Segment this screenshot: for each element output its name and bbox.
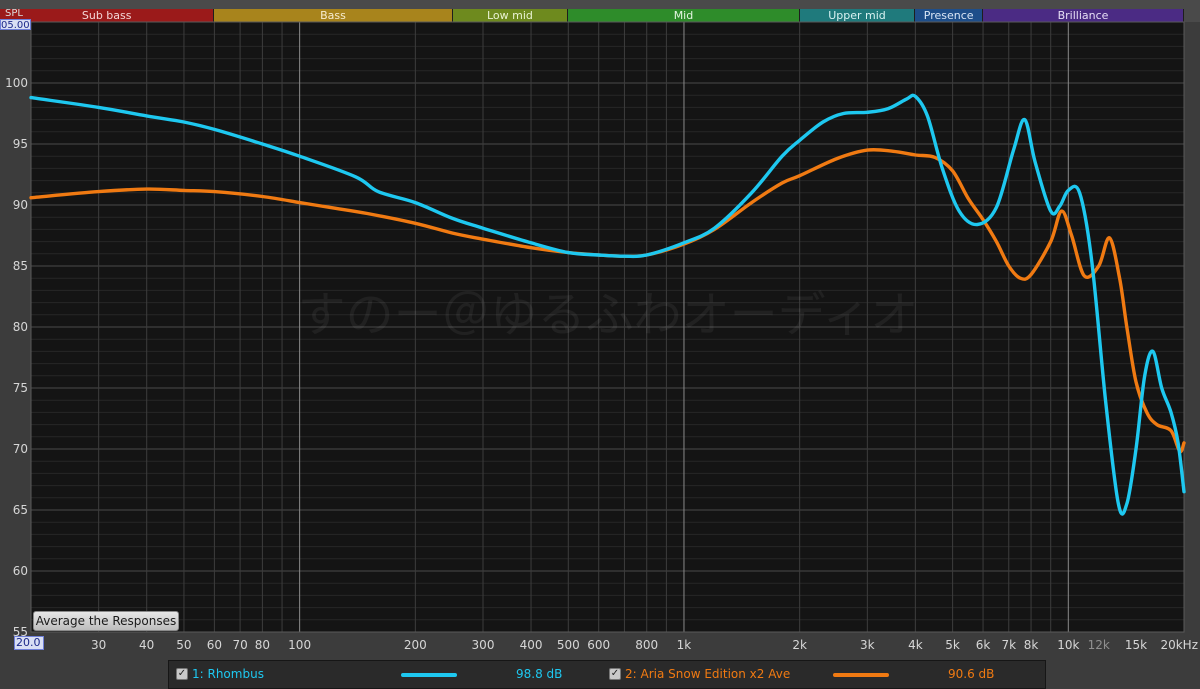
y-tick-label: 90 bbox=[13, 198, 28, 212]
watermark-text: すのー＠ゆるふわオーディオ bbox=[298, 287, 919, 343]
legend-item-rhombus: ✓ 1: Rhombus 98.8 dB bbox=[169, 661, 599, 688]
x-tick-label: 15k bbox=[1125, 638, 1147, 652]
x-tick-label: 10k bbox=[1057, 638, 1079, 652]
x-tick-label: 5k bbox=[945, 638, 960, 652]
series-2-name: 2: Aria Snow Edition x2 Ave bbox=[625, 667, 791, 681]
x-tick-label: 30 bbox=[91, 638, 106, 652]
x-tick-label: 2k bbox=[792, 638, 807, 652]
y-axis-top-value-box[interactable]: 05.00 bbox=[0, 19, 31, 31]
x-tick-label: 40 bbox=[139, 638, 154, 652]
x-tick-label: 80 bbox=[255, 638, 270, 652]
legend-bar: ✓ 1: Rhombus 98.8 dB ✓ 2: Aria Snow Edit… bbox=[168, 660, 1046, 689]
x-tick-label: 70 bbox=[232, 638, 247, 652]
frequency-response-chart: すのー＠ゆるふわオーディオ 556065707580859095100 30 40… bbox=[5, 21, 1198, 652]
series-1-checkbox[interactable]: ✓ bbox=[176, 668, 188, 680]
y-tick-label: 65 bbox=[13, 503, 28, 517]
y-tick-label: 75 bbox=[13, 381, 28, 395]
y-tick-label: 85 bbox=[13, 259, 28, 273]
y-tick-label: 70 bbox=[13, 442, 28, 456]
series-2-color-swatch bbox=[833, 673, 889, 677]
y-tick-label: 100 bbox=[5, 76, 28, 90]
x-tick-label: 50 bbox=[176, 638, 191, 652]
y-tick-labels: 556065707580859095100 bbox=[5, 76, 28, 639]
x-tick-label: 60 bbox=[207, 638, 222, 652]
x-tick-label: 400 bbox=[520, 638, 543, 652]
y-tick-label: 95 bbox=[13, 137, 28, 151]
x-tick-label: 7k bbox=[1001, 638, 1016, 652]
x-axis-start-value-box[interactable]: 20.0 bbox=[14, 636, 44, 650]
y-tick-label: 60 bbox=[13, 564, 28, 578]
series-1-value: 98.8 dB bbox=[516, 667, 563, 681]
series-2-checkbox[interactable]: ✓ bbox=[609, 668, 621, 680]
x-tick-label: 20kHz bbox=[1160, 638, 1198, 652]
legend-item-aria-snow: ✓ 2: Aria Snow Edition x2 Ave 90.6 dB bbox=[599, 661, 1045, 688]
x-tick-label: 100 bbox=[288, 638, 311, 652]
x-tick-label: 800 bbox=[635, 638, 658, 652]
x-tick-label: 3k bbox=[860, 638, 875, 652]
x-tick-label: 300 bbox=[472, 638, 495, 652]
series-2-value: 90.6 dB bbox=[948, 667, 995, 681]
average-responses-button[interactable]: Average the Responses bbox=[33, 611, 179, 631]
x-tick-label: 8k bbox=[1024, 638, 1039, 652]
x-tick-label: 600 bbox=[587, 638, 610, 652]
x-tick-label: 12k bbox=[1088, 638, 1110, 652]
x-tick-label: 500 bbox=[557, 638, 580, 652]
series-1-name: 1: Rhombus bbox=[192, 667, 264, 681]
x-tick-label: 4k bbox=[908, 638, 923, 652]
x-tick-label: 6k bbox=[976, 638, 991, 652]
x-tick-label: 200 bbox=[404, 638, 427, 652]
x-tick-label: 1k bbox=[677, 638, 692, 652]
y-tick-label: 80 bbox=[13, 320, 28, 334]
x-tick-labels: 30 40 50 60 70 80 100 200 300 400 500 600 800 1k 2k 3k 4… bbox=[91, 638, 1198, 652]
series-1-color-swatch bbox=[401, 673, 457, 677]
